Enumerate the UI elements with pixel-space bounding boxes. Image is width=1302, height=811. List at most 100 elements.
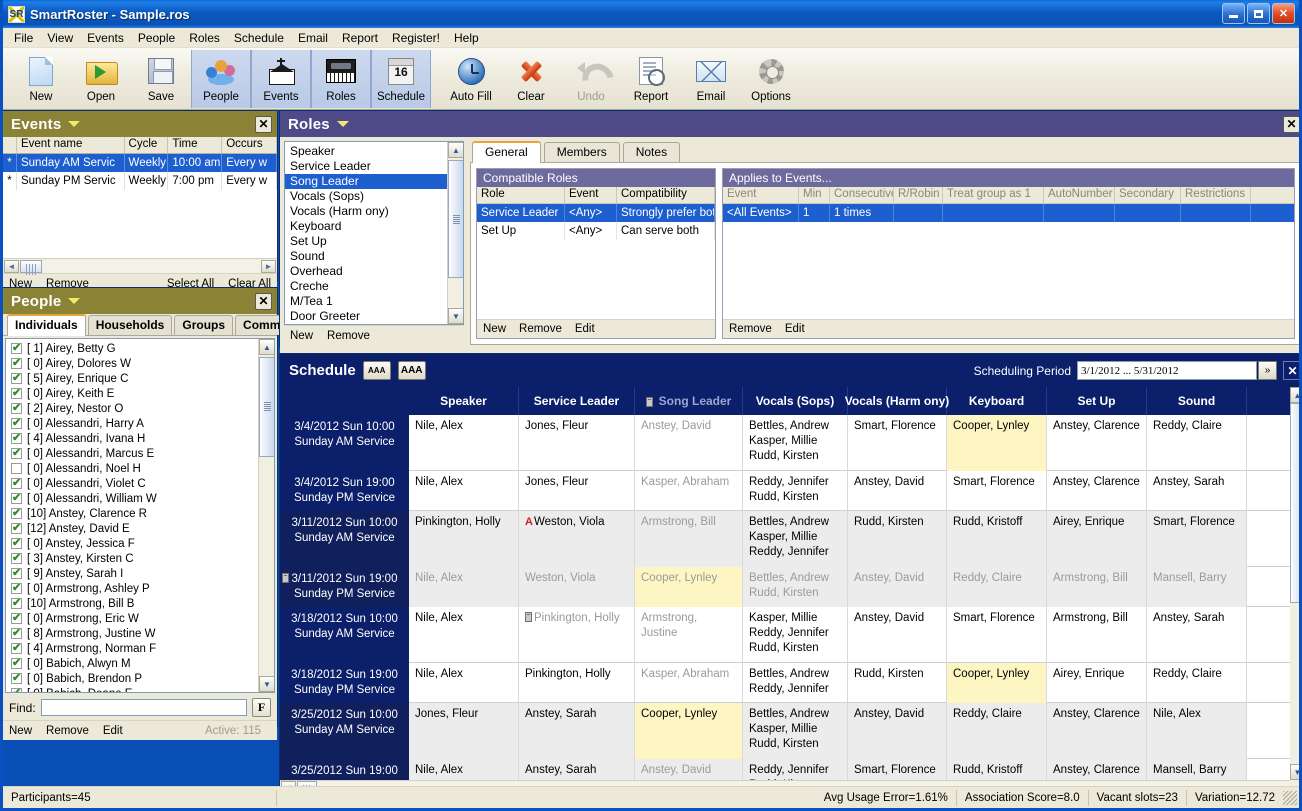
scheduling-period-input[interactable] — [1077, 361, 1257, 380]
scroll-left-icon[interactable]: ◄ — [4, 259, 19, 273]
schedule-assignment-cell[interactable]: Airey, Enrique — [1047, 511, 1147, 567]
font-larger-button[interactable]: AAA — [397, 361, 426, 380]
schedule-date-cell[interactable]: 3/4/2012 Sun 19:00 Sunday PM Service — [280, 471, 409, 511]
events-table-row[interactable]: * Sunday AM Servic Weekly 10:00 am Every w — [3, 154, 277, 172]
person-list-item[interactable]: [ 0] Airey, Keith E — [6, 386, 274, 401]
compat-column-header[interactable]: Compatibility — [617, 187, 715, 203]
person-checkbox[interactable] — [11, 371, 22, 384]
find-button[interactable]: F — [252, 698, 271, 717]
close-button[interactable]: ✕ — [1272, 3, 1295, 24]
applies-column-header[interactable]: Event — [723, 187, 799, 203]
compat-column-header[interactable]: Event — [565, 187, 617, 203]
schedule-column-header[interactable]: Speaker — [409, 387, 519, 415]
people-remove-button[interactable]: Remove — [46, 725, 89, 737]
person-checkbox[interactable] — [11, 431, 22, 444]
schedule-assignment-cell[interactable]: Airey, Enrique — [1047, 663, 1147, 703]
person-list-item[interactable]: [ 0] Alessandri, Harry A — [6, 416, 274, 431]
tab-groups[interactable]: Groups — [174, 315, 234, 335]
schedule-assignment-cell[interactable]: Armstrong, Bill — [1047, 607, 1147, 663]
person-list-item[interactable]: [ 0] Alessandri, Violet C — [6, 476, 274, 491]
schedule-table-row[interactable]: 3/18/2012 Sun 19:00 Sunday PM Service Nile… — [280, 663, 1299, 703]
person-list-item[interactable]: [ 0] Babich, Brendon P — [6, 671, 274, 686]
role-list-item[interactable]: Speaker — [285, 144, 447, 159]
compatible-roles-grid[interactable]: Role Event Compatibility Service Leader <An… — [477, 187, 715, 319]
people-list[interactable]: [ 1] Airey, Betty G [ 0] Airey, Dolores W… — [5, 338, 275, 693]
schedule-assignment-cell[interactable]: Anstey, David — [635, 415, 743, 471]
email-button[interactable]: Email — [681, 50, 741, 108]
person-checkbox[interactable] — [11, 521, 22, 534]
clear-button[interactable]: Clear — [501, 50, 561, 108]
schedule-assignment-cell[interactable]: Kasper, Abraham — [635, 471, 743, 511]
person-checkbox[interactable] — [11, 656, 22, 669]
person-checkbox[interactable] — [11, 386, 22, 399]
schedule-assignment-cell[interactable]: Rudd, Kristoff — [947, 511, 1047, 567]
schedule-assignment-cell[interactable]: Jones, Fleur — [519, 415, 635, 471]
applies-remove-button[interactable]: Remove — [729, 323, 772, 335]
events-column-header[interactable]: Event name — [17, 137, 125, 153]
chevron-down-icon[interactable] — [336, 121, 349, 127]
schedule-assignment-cell[interactable]: Bettles, Andrew Rudd, Kirsten — [743, 567, 848, 607]
menu-register[interactable]: Register! — [385, 29, 447, 47]
person-list-item[interactable]: [10] Anstey, Clarence R — [6, 506, 274, 521]
schedule-assignment-cell[interactable]: Smart, Florence — [947, 471, 1047, 511]
schedule-column-header[interactable]: Vocals (Sops) — [743, 387, 848, 415]
role-tab-members[interactable]: Members — [543, 142, 620, 162]
person-list-item[interactable]: [ 0] Armstrong, Eric W — [6, 611, 274, 626]
person-checkbox[interactable] — [11, 536, 22, 549]
role-list-item[interactable]: Vocals (Harm ony) — [285, 204, 447, 219]
person-list-item[interactable]: [ 9] Anstey, Sarah I — [6, 566, 274, 581]
scroll-thumb[interactable] — [20, 259, 42, 275]
chevron-down-icon[interactable] — [68, 298, 81, 304]
menu-events[interactable]: Events — [80, 29, 131, 47]
person-list-item[interactable]: [ 5] Airey, Enrique C — [6, 371, 274, 386]
people-button[interactable]: People — [191, 50, 251, 108]
report-button[interactable]: Report — [621, 50, 681, 108]
schedule-assignment-cell[interactable]: Cooper, Lynley — [635, 703, 743, 759]
schedule-assignment-cell[interactable]: Anstey, Sarah — [1147, 607, 1247, 663]
role-list-item[interactable]: Keyboard — [285, 219, 447, 234]
schedule-table-row[interactable]: 3/25/2012 Sun 10:00 Sunday AM Service Jone… — [280, 703, 1299, 759]
schedule-assignment-cell[interactable]: Nile, Alex — [409, 607, 519, 663]
menu-file[interactable]: File — [7, 29, 40, 47]
compat-edit-button[interactable]: Edit — [575, 323, 595, 335]
schedule-assignment-cell[interactable]: Bettles, Andrew Reddy, Jennifer — [743, 663, 848, 703]
person-list-item[interactable]: [ 0] Anstey, Jessica F — [6, 536, 274, 551]
person-checkbox[interactable] — [11, 671, 22, 684]
roles-list[interactable]: Speaker Service Leader Song Leader Vocals (… — [284, 141, 464, 325]
events-column-header[interactable]: Occurs — [222, 137, 277, 153]
role-list-item[interactable]: Overhead — [285, 264, 447, 279]
people-new-button[interactable]: New — [9, 725, 32, 737]
compat-column-header[interactable]: Role — [477, 187, 565, 203]
person-checkbox[interactable] — [11, 506, 22, 519]
people-list-scrollbar[interactable]: ▲ ▼ — [258, 339, 274, 692]
schedule-assignment-cell[interactable]: Pinkington, Holly — [519, 607, 635, 663]
scroll-down-icon[interactable]: ▼ — [259, 676, 274, 692]
person-checkbox[interactable] — [11, 551, 22, 564]
save-button[interactable]: Save — [131, 50, 191, 108]
events-column-header[interactable] — [3, 137, 17, 153]
person-list-item[interactable]: [ 4] Alessandri, Ivana H — [6, 431, 274, 446]
person-checkbox[interactable] — [11, 463, 22, 474]
schedule-grid[interactable]: Speaker Service Leader Song Leader Vocals (… — [280, 387, 1299, 794]
role-remove-button[interactable]: Remove — [327, 330, 370, 342]
schedule-column-header[interactable]: Vocals (Harm ony) — [845, 387, 949, 415]
roles-panel-close-button[interactable]: ✕ — [1283, 115, 1299, 133]
schedule-assignment-cell[interactable]: Armstrong, Bill — [1047, 567, 1147, 607]
schedule-assignment-cell[interactable]: Anstey, David — [848, 471, 947, 511]
roles-list-scrollbar[interactable]: ▲ ▼ — [447, 142, 463, 324]
scroll-thumb[interactable] — [259, 357, 274, 457]
person-list-item[interactable]: [ 0] Alessandri, Noel H — [6, 461, 274, 476]
schedule-assignment-cell[interactable]: Pinkington, Holly — [409, 511, 519, 567]
schedule-assignment-cell[interactable]: Anstey, David — [848, 567, 947, 607]
schedule-assignment-cell[interactable]: Anstey, Clarence — [1047, 703, 1147, 759]
schedule-assignment-cell[interactable]: Rudd, Kirsten — [848, 511, 947, 567]
role-list-item[interactable]: Song Leader — [285, 174, 447, 189]
schedule-assignment-cell[interactable]: Pinkington, Holly — [519, 663, 635, 703]
schedule-column-header[interactable]: Song Leader — [635, 387, 743, 415]
role-list-item[interactable]: Creche — [285, 279, 447, 294]
scroll-down-icon[interactable]: ▼ — [1290, 764, 1299, 780]
person-list-item[interactable]: [ 3] Anstey, Kirsten C — [6, 551, 274, 566]
person-checkbox[interactable] — [11, 491, 22, 504]
events-horizontal-scrollbar[interactable]: ◄ ► — [3, 258, 277, 275]
schedule-assignment-cell[interactable]: Nile, Alex — [409, 471, 519, 511]
